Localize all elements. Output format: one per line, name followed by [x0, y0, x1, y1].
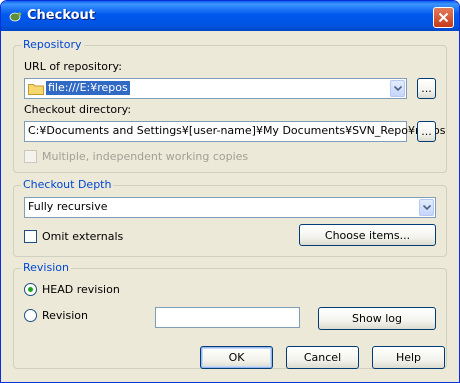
- head-revision-label: HEAD revision: [42, 283, 120, 296]
- dir-browse-label: ...: [421, 125, 432, 138]
- ok-button[interactable]: OK: [200, 346, 273, 369]
- cancel-label: Cancel: [303, 351, 342, 364]
- url-value: file:///E:¥repos: [46, 81, 130, 95]
- multiple-checkbox[interactable]: [24, 150, 37, 163]
- close-button[interactable]: [433, 7, 454, 28]
- depth-combobox[interactable]: Fully recursive: [24, 197, 436, 218]
- dialog-body: Repository URL of repository: file:///E:…: [4, 31, 456, 379]
- dir-input[interactable]: C:¥Documents and Settings¥[user-name]¥My…: [24, 121, 446, 142]
- title-bar[interactable]: Checkout: [1, 1, 459, 31]
- choose-items-button[interactable]: Choose items...: [299, 224, 436, 246]
- head-revision-radio[interactable]: [24, 283, 37, 296]
- tortoise-icon: [9, 12, 22, 22]
- folder-icon: [28, 84, 44, 95]
- url-combobox[interactable]: file:///E:¥repos: [24, 78, 407, 99]
- ok-label: OK: [228, 351, 245, 364]
- multiple-label: Multiple, independent working copies: [42, 150, 249, 163]
- window-title: Checkout: [27, 8, 96, 23]
- cancel-button[interactable]: Cancel: [286, 346, 359, 369]
- help-label: Help: [395, 351, 422, 364]
- omit-externals-label: Omit externals: [42, 230, 124, 243]
- revision-legend: Revision: [21, 261, 71, 275]
- depth-group: Checkout Depth Fully recursive Omit exte…: [13, 178, 447, 257]
- chevron-down-icon: [422, 205, 431, 210]
- radio-selected-dot: [28, 287, 33, 292]
- revision-label: Revision: [42, 309, 88, 322]
- choose-items-label: Choose items...: [324, 228, 411, 242]
- omit-externals-checkbox[interactable]: [24, 230, 37, 243]
- url-browse-button[interactable]: ...: [417, 78, 436, 99]
- depth-selected: Fully recursive: [28, 200, 108, 213]
- repository-group: Repository URL of repository: file:///E:…: [13, 38, 447, 173]
- show-log-label: Show log: [352, 312, 402, 325]
- dir-value: C:¥Documents and Settings¥[user-name]¥My…: [28, 124, 446, 137]
- url-dropdown-arrow[interactable]: [390, 80, 405, 97]
- dir-browse-button[interactable]: ...: [417, 121, 436, 142]
- repository-legend: Repository: [21, 38, 84, 52]
- url-browse-label: ...: [421, 82, 432, 95]
- url-label: URL of repository:: [24, 60, 122, 73]
- show-log-button[interactable]: Show log: [318, 307, 436, 330]
- chevron-down-icon: [393, 86, 402, 91]
- depth-dropdown-arrow[interactable]: [419, 199, 434, 216]
- depth-legend: Checkout Depth: [21, 178, 114, 192]
- checkout-dialog: Checkout Repository URL of repository: f…: [0, 0, 460, 383]
- revision-input[interactable]: [155, 307, 300, 328]
- revision-radio[interactable]: [24, 309, 37, 322]
- close-icon: [438, 12, 449, 23]
- dir-label: Checkout directory:: [24, 103, 132, 116]
- help-button[interactable]: Help: [372, 346, 445, 369]
